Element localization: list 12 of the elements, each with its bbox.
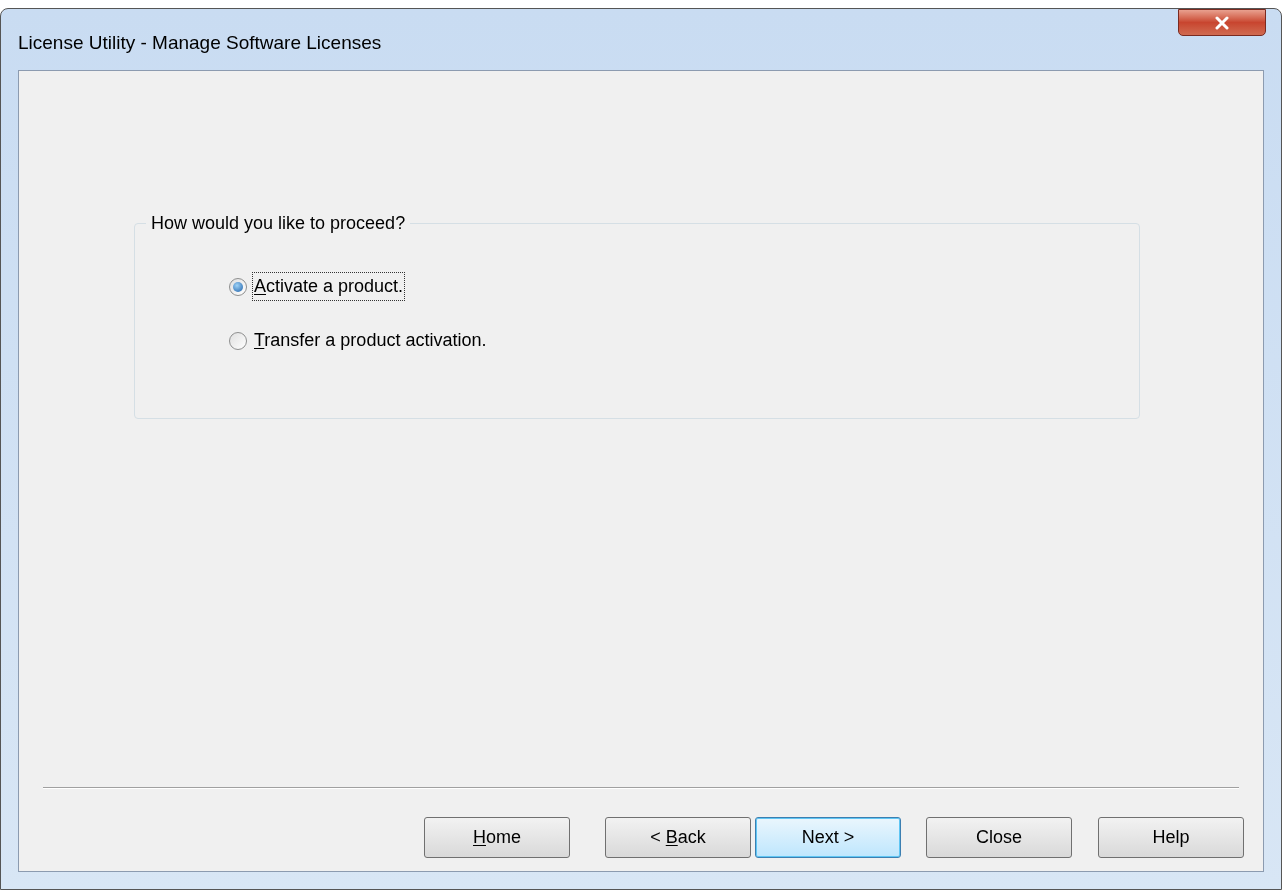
radio-option[interactable]: Transfer a product activation. — [229, 327, 488, 354]
radio-button[interactable] — [229, 277, 247, 296]
close-icon — [1214, 15, 1230, 30]
radio-option[interactable]: Activate a product. — [229, 273, 488, 300]
dialog-button[interactable]: Close — [926, 817, 1072, 858]
radio-button[interactable] — [229, 331, 247, 350]
dialog-button[interactable]: Next > — [755, 817, 901, 858]
dialog-button[interactable]: < Back — [605, 817, 751, 858]
window-title: License Utility - Manage Software Licenses — [18, 31, 382, 55]
dialog-button[interactable]: Home — [424, 817, 570, 858]
dialog-button[interactable]: Help — [1098, 817, 1244, 858]
close-window-button[interactable] — [1178, 9, 1266, 36]
